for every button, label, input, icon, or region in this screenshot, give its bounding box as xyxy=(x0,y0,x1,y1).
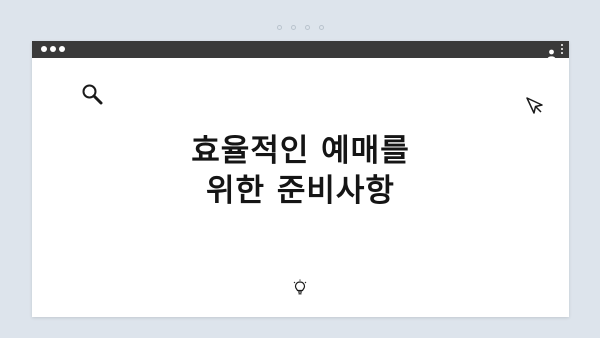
maximize-window-button[interactable] xyxy=(59,46,65,52)
page-indicator xyxy=(0,25,600,30)
minimize-window-button[interactable] xyxy=(50,46,56,52)
headline-line-1: 효율적인 예매를 xyxy=(191,133,410,169)
page-dot[interactable] xyxy=(304,25,310,30)
page-dot[interactable] xyxy=(276,25,282,30)
page-dot[interactable] xyxy=(290,25,296,30)
search-icon xyxy=(81,83,103,105)
page-headline: 효율적인 예매를 위한 준비사항 xyxy=(32,131,569,211)
browser-window: 효율적인 예매를 위한 준비사항 xyxy=(32,41,569,317)
window-controls xyxy=(41,46,65,52)
close-window-button[interactable] xyxy=(41,46,47,52)
user-icon[interactable] xyxy=(547,44,556,59)
headline-line-2: 위한 준비사항 xyxy=(206,173,395,209)
cursor-icon xyxy=(526,97,544,115)
kebab-menu-icon[interactable] xyxy=(561,44,563,54)
page-content: 효율적인 예매를 위한 준비사항 xyxy=(32,58,569,317)
page-dot[interactable] xyxy=(318,25,324,30)
lightbulb-icon xyxy=(292,279,308,297)
window-titlebar xyxy=(32,41,569,59)
titlebar-actions xyxy=(547,44,563,59)
